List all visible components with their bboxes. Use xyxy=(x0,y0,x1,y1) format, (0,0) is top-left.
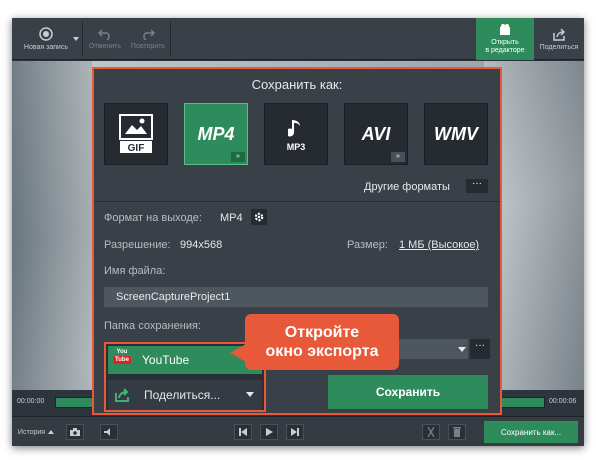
format-avi[interactable]: AVI » xyxy=(344,103,408,165)
snapshot-button[interactable] xyxy=(66,424,84,440)
undo-icon xyxy=(98,29,110,40)
video-blur-left xyxy=(12,61,92,396)
more-options-icon: » xyxy=(231,152,245,162)
undo-button[interactable]: Отменить xyxy=(84,18,126,60)
share-dropdown[interactable]: Поделиться... xyxy=(108,380,262,410)
delete-button[interactable] xyxy=(448,424,466,440)
new-record-label: Новая запись xyxy=(23,44,69,51)
wmv-label: WMV xyxy=(434,123,478,144)
avi-label: AVI xyxy=(361,123,391,144)
history-label: История xyxy=(17,428,46,436)
tooltip-callout: Откройте окно экспорта xyxy=(245,314,399,370)
dialog-title: Сохранить как: xyxy=(251,77,343,92)
callout-line1: Откройте xyxy=(284,324,360,341)
chevron-up-icon xyxy=(48,430,55,434)
timeline-end-time: 00:00:06 xyxy=(549,398,577,405)
skip-forward-button[interactable] xyxy=(286,424,304,440)
format-gif[interactable]: GIF xyxy=(104,103,168,165)
speaker-icon xyxy=(104,428,110,436)
camera-icon xyxy=(70,428,80,436)
gif-icon-label: GIF xyxy=(128,143,145,154)
youtube-label: YouTube xyxy=(142,353,190,367)
play-icon xyxy=(266,428,273,436)
youtube-icon: You Tube xyxy=(112,349,132,371)
cut-button[interactable] xyxy=(422,424,440,440)
chevron-down-icon xyxy=(73,37,79,41)
scissors-icon xyxy=(427,427,435,437)
save-folder-label: Папка сохранения: xyxy=(104,320,201,332)
skip-back-icon xyxy=(239,428,247,436)
toolbar-divider xyxy=(170,22,171,56)
redo-label: Повторить xyxy=(130,43,166,50)
timeline-start-time: 00:00:00 xyxy=(17,398,45,405)
save-button[interactable]: Сохранить xyxy=(328,375,488,409)
filename-input[interactable]: ScreenCaptureProject1 xyxy=(104,287,488,307)
dialog-divider xyxy=(94,201,500,202)
redo-button[interactable]: Повторить xyxy=(126,18,170,60)
resolution-value: 994x568 xyxy=(180,239,223,251)
chevron-down-icon xyxy=(246,392,254,397)
share-icon xyxy=(553,27,566,41)
open-editor-line2: в редакторе xyxy=(485,47,525,54)
open-in-editor-button[interactable]: Открыть в редакторе xyxy=(476,18,534,60)
callout-pointer xyxy=(230,344,246,362)
share-toolbar-label: Поделиться xyxy=(539,43,579,51)
share-icon xyxy=(115,388,129,402)
youtube-logo-top: You xyxy=(116,349,128,355)
other-formats-label[interactable]: Другие форматы xyxy=(364,181,450,193)
size-quality-link[interactable]: 1 МБ (Высокое) xyxy=(399,239,479,251)
music-note-icon xyxy=(288,116,300,137)
trash-icon xyxy=(453,427,461,437)
gif-icon: GIF xyxy=(119,114,153,154)
film-icon xyxy=(500,24,510,35)
format-settings-button[interactable] xyxy=(251,209,267,225)
chevron-down-icon[interactable] xyxy=(458,347,466,352)
new-record-dropdown[interactable] xyxy=(72,18,80,60)
record-icon xyxy=(39,27,53,41)
format-wmv[interactable]: WMV xyxy=(424,103,488,165)
undo-label: Отменить xyxy=(89,43,121,50)
output-format-value: MP4 xyxy=(220,212,243,224)
other-formats-button[interactable]: ··· xyxy=(466,179,488,193)
youtube-logo-bottom: Tube xyxy=(113,356,131,364)
filename-label: Имя файла: xyxy=(104,265,166,277)
volume-button[interactable] xyxy=(100,424,118,440)
size-label: Размер: xyxy=(347,239,388,251)
format-mp4[interactable]: MP4 » xyxy=(184,103,248,165)
history-button[interactable]: История xyxy=(16,424,56,440)
top-toolbar: Новая запись Отменить Повторить Открыть … xyxy=(12,18,584,60)
share-dropdown-label: Поделиться... xyxy=(144,388,221,402)
mp4-label: MP4 xyxy=(197,123,235,144)
mp3-label: MP3 xyxy=(286,142,306,152)
format-mp3[interactable]: MP3 xyxy=(264,103,328,165)
more-options-icon: » xyxy=(391,152,405,162)
redo-icon xyxy=(143,29,155,40)
play-button[interactable] xyxy=(260,424,278,440)
new-record-button[interactable]: Новая запись xyxy=(18,18,74,60)
open-editor-line1: Открыть xyxy=(491,39,519,46)
bottom-toolbar: История Сохранить как... xyxy=(12,416,584,446)
skip-forward-icon xyxy=(291,428,299,436)
save-as-button[interactable]: Сохранить как... xyxy=(484,421,578,443)
share-toolbar-button[interactable]: Поделиться xyxy=(536,18,582,60)
skip-back-button[interactable] xyxy=(234,424,252,440)
callout-line2: окно экспорта xyxy=(265,343,379,360)
resolution-label: Разрешение: xyxy=(104,239,171,251)
browse-folder-button[interactable]: ··· xyxy=(470,339,490,359)
output-format-label: Формат на выходе: xyxy=(104,212,202,224)
gear-icon xyxy=(254,212,264,222)
toolbar-divider xyxy=(82,22,83,56)
